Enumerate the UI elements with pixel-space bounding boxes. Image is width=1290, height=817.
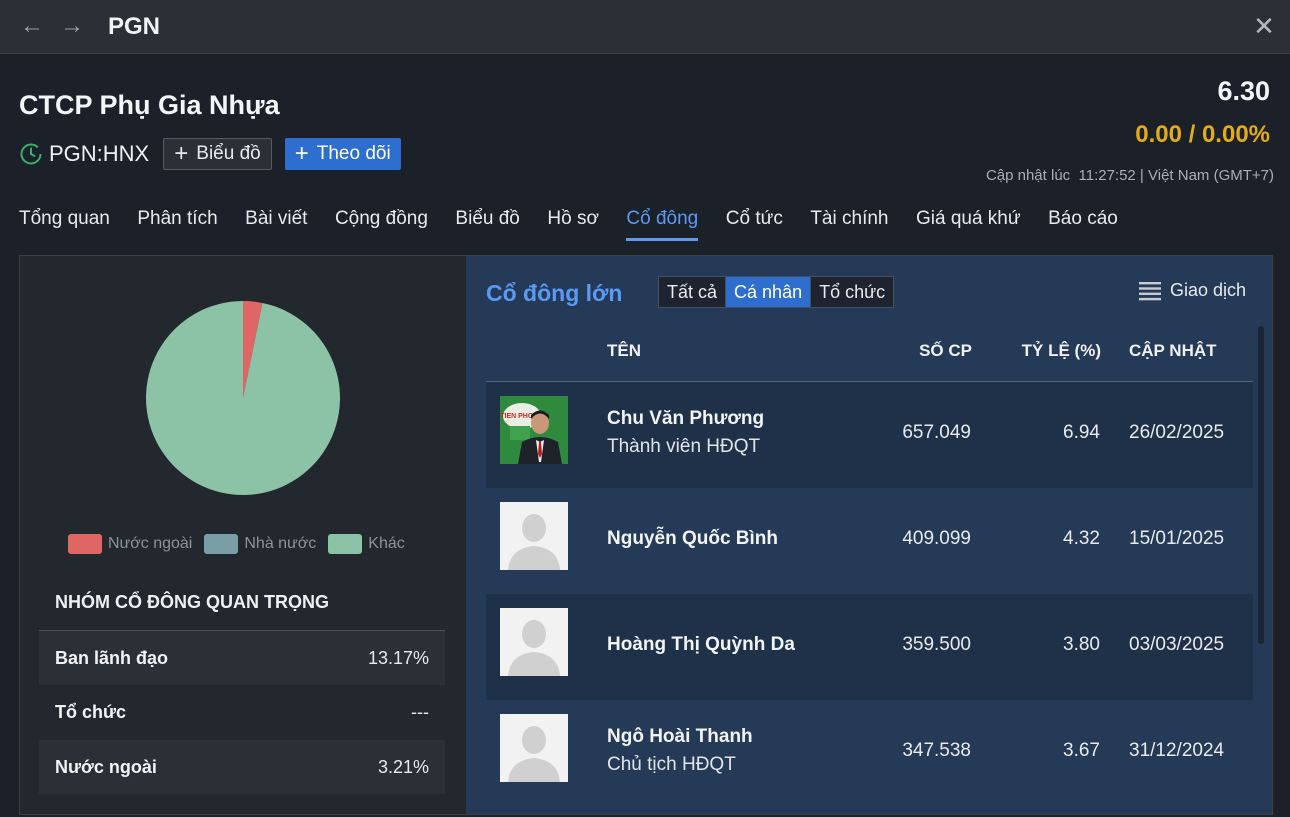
- tab-bar: Tổng quan Phân tích Bài viết Cộng đồng B…: [19, 208, 1145, 242]
- column-header-ratio[interactable]: TỶ LỆ (%): [1022, 341, 1101, 361]
- window-title: PGN: [108, 13, 161, 40]
- trades-button[interactable]: Giao dịch: [1138, 280, 1246, 301]
- table-row[interactable]: Ngô Hoài Thanh Chủ tịch HĐQT 347.538 3.6…: [486, 700, 1253, 806]
- follow-button-label: Theo dõi: [316, 143, 391, 164]
- tab-articles[interactable]: Bài viết: [245, 208, 307, 242]
- column-header-name[interactable]: TÊN: [607, 341, 641, 361]
- table-row[interactable]: Hoàng Thị Quỳnh Da 359.500 3.80 03/03/20…: [486, 594, 1253, 700]
- tab-profile[interactable]: Hồ sơ: [547, 208, 599, 242]
- update-time: Cập nhật lúc 11:27:52 | Việt Nam (GMT+7): [985, 167, 1274, 184]
- company-name: CTCP Phụ Gia Nhựa: [19, 90, 280, 120]
- shareholder-shares: 347.538: [902, 740, 971, 761]
- shareholder-update-date: 26/02/2025: [1129, 422, 1225, 443]
- clock-icon: [20, 143, 42, 165]
- ticker-row: PGN:HNX + Biểu đồ + Theo dõi: [19, 138, 401, 170]
- arrow-left-icon[interactable]: ←: [18, 12, 46, 40]
- shareholder-ratio: 4.32: [1063, 528, 1100, 549]
- shareholder-ratio: 3.67: [1063, 740, 1100, 761]
- price: 6.30: [1217, 76, 1270, 106]
- tab-reports[interactable]: Báo cáo: [1048, 208, 1118, 242]
- filter-individual[interactable]: Cá nhân: [726, 277, 812, 307]
- shareholder-name[interactable]: Nguyễn Quốc Bình: [607, 528, 778, 550]
- legend-item-foreign[interactable]: Nước ngoài: [68, 534, 192, 554]
- list-icon: [1138, 281, 1161, 300]
- title-bar: ← → PGN ✕: [0, 0, 1290, 54]
- filter-organization[interactable]: Tổ chức: [811, 277, 894, 307]
- group-label: Ban lãnh đạo: [55, 647, 169, 668]
- shareholder-name[interactable]: Ngô Hoài Thanh: [607, 726, 753, 748]
- trades-label: Giao dịch: [1169, 280, 1246, 300]
- tab-financials[interactable]: Tài chính: [810, 208, 888, 242]
- legend-item-other[interactable]: Khác: [328, 534, 405, 554]
- group-row-institution: Tổ chức ---: [39, 685, 445, 739]
- key-groups-title: NHÓM CỔ ĐÔNG QUAN TRỌNG: [55, 592, 329, 612]
- group-value: ---: [411, 701, 429, 722]
- shareholder-role: Chủ tịch HĐQT: [607, 754, 736, 775]
- group-value: 13.17%: [367, 647, 429, 668]
- legend-swatch-foreign: [68, 534, 102, 554]
- major-shareholders-section: Cổ đông lớn Tất cả Cá nhân Tổ chức Giao …: [466, 256, 1272, 814]
- shareholder-update-date: 03/03/2025: [1129, 634, 1225, 655]
- price-change: 0.00 / 0.00%: [1135, 121, 1270, 148]
- shareholder-update-date: 31/12/2024: [1129, 740, 1225, 761]
- legend-swatch-state: [204, 534, 239, 554]
- arrow-right-icon[interactable]: →: [58, 12, 86, 40]
- ownership-pie-chart: [145, 301, 340, 495]
- tab-overview[interactable]: Tổng quan: [19, 208, 110, 242]
- tab-community[interactable]: Cộng đồng: [335, 208, 428, 242]
- shareholder-ratio: 3.80: [1063, 634, 1100, 655]
- shareholder-name[interactable]: Chu Văn Phương: [607, 408, 764, 430]
- shareholder-ratio: 6.94: [1063, 422, 1100, 443]
- shareholder-shares: 359.500: [902, 634, 971, 655]
- filter-all[interactable]: Tất cả: [659, 277, 727, 307]
- close-icon[interactable]: ✕: [1250, 12, 1278, 40]
- tab-shareholders[interactable]: Cổ đông: [626, 208, 698, 242]
- tab-chart[interactable]: Biểu đồ: [455, 208, 519, 242]
- follow-button[interactable]: + Theo dõi: [284, 138, 401, 170]
- major-shareholders-title: Cổ đông lớn: [486, 280, 623, 306]
- pie-legend: Nước ngoài Nhà nước Khác: [68, 534, 417, 554]
- group-row-management: Ban lãnh đạo 13.17%: [39, 631, 445, 685]
- avatar-placeholder-icon: [500, 502, 568, 570]
- ownership-section: Nước ngoài Nhà nước Khác NHÓM CỔ ĐÔNG QU…: [20, 256, 466, 814]
- column-header-shares[interactable]: SỐ CP: [919, 341, 972, 361]
- tab-price-history[interactable]: Giá quá khứ: [916, 208, 1021, 242]
- tab-dividends[interactable]: Cổ tức: [726, 208, 783, 242]
- shareholder-shares: 657.049: [902, 422, 971, 443]
- shareholder-filter: Tất cả Cá nhân Tổ chức: [658, 276, 895, 308]
- legend-label-state: Nhà nước: [244, 535, 317, 552]
- tab-analysis[interactable]: Phân tích: [137, 208, 217, 242]
- avatar-photo: TIEN PHONG: [500, 396, 568, 464]
- shareholder-update-date: 15/01/2025: [1129, 528, 1225, 549]
- plus-icon: +: [174, 140, 189, 167]
- group-value: 3.21%: [377, 756, 429, 777]
- ticker-symbol: PGN:HNX: [49, 141, 150, 166]
- group-row-foreign: Nước ngoài 3.21%: [39, 740, 445, 794]
- plus-icon: +: [294, 140, 309, 167]
- shareholders-panel: Nước ngoài Nhà nước Khác NHÓM CỔ ĐÔNG QU…: [19, 255, 1273, 815]
- legend-swatch-other: [328, 534, 363, 554]
- legend-item-state[interactable]: Nhà nước: [204, 534, 316, 554]
- legend-label-other: Khác: [368, 535, 405, 552]
- table-row[interactable]: Nguyễn Quốc Bình 409.099 4.32 15/01/2025: [486, 488, 1253, 594]
- shareholder-role: Thành viên HĐQT: [607, 436, 761, 457]
- chart-button[interactable]: + Biểu đồ: [163, 138, 272, 170]
- group-label: Nước ngoài: [55, 756, 157, 777]
- table-row[interactable]: TIEN PHONG Chu Văn Phương Thành viên HĐQ…: [486, 382, 1253, 488]
- pie-slice-other[interactable]: [145, 301, 340, 495]
- avatar-placeholder-icon: [500, 608, 568, 676]
- avatar-placeholder-icon: [500, 714, 568, 782]
- legend-label-foreign: Nước ngoài: [108, 535, 193, 552]
- table-scrollbar[interactable]: [1258, 326, 1264, 644]
- chart-button-label: Biểu đồ: [196, 143, 261, 164]
- column-header-date[interactable]: CẬP NHẬT: [1129, 341, 1217, 361]
- shareholder-name[interactable]: Hoàng Thị Quỳnh Da: [607, 634, 795, 656]
- shareholder-shares: 409.099: [902, 528, 971, 549]
- group-label: Tổ chức: [55, 701, 127, 722]
